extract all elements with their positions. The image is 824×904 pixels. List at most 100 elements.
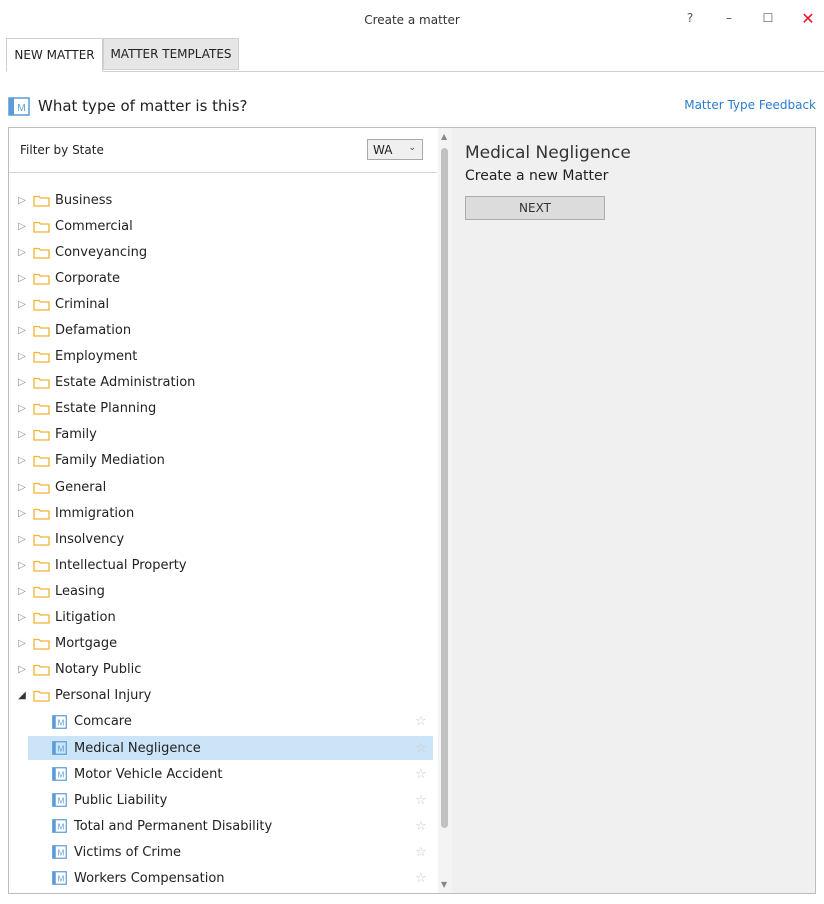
matter-type-icon: M: [52, 871, 67, 886]
matter-type-icon: M: [52, 819, 67, 834]
collapse-arrow-icon[interactable]: ◢: [17, 690, 27, 701]
tree-folder-label: Family: [55, 427, 97, 443]
scroll-down-icon[interactable]: ▼: [441, 880, 447, 889]
expand-arrow-icon[interactable]: ▷: [17, 586, 27, 597]
tree-folder-item[interactable]: ▷ Insolvency: [9, 526, 437, 552]
svg-text:M: M: [17, 103, 25, 114]
favorite-star-icon[interactable]: ☆: [415, 714, 427, 729]
tree-folder-label: Defamation: [55, 323, 132, 339]
expand-arrow-icon[interactable]: ▷: [17, 247, 27, 258]
tree-folder-item[interactable]: ▷ Intellectual Property: [9, 552, 437, 578]
tree-folder-item[interactable]: ▷ Estate Administration: [9, 370, 437, 396]
tree-matter-item[interactable]: M Motor Vehicle Accident ☆: [9, 761, 437, 787]
tree-folder-label: Litigation: [55, 610, 116, 626]
tree-folder-item[interactable]: ▷ Family: [9, 422, 437, 448]
svg-text:M: M: [58, 771, 65, 780]
expand-arrow-icon[interactable]: ▷: [17, 221, 27, 232]
tree-folder-item-expanded[interactable]: ◢ Personal Injury: [9, 683, 437, 709]
tree-folder-item[interactable]: ▷ Immigration: [9, 500, 437, 526]
tree-folder-item[interactable]: ▷ Employment: [9, 344, 437, 370]
state-select[interactable]: WA ⌄: [367, 139, 423, 160]
tree-folder-item[interactable]: ▷ Estate Planning: [9, 396, 437, 422]
favorite-star-icon[interactable]: ☆: [415, 793, 427, 808]
expand-arrow-icon[interactable]: ▷: [17, 429, 27, 440]
folder-icon: [33, 507, 50, 520]
scrollbar-thumb[interactable]: [441, 148, 448, 828]
expand-arrow-icon[interactable]: ▷: [17, 403, 27, 414]
expand-arrow-icon[interactable]: ▷: [17, 638, 27, 649]
tree-folder-item[interactable]: ▷ Family Mediation: [9, 448, 437, 474]
tree-folder-label: Insolvency: [55, 531, 125, 547]
expand-arrow-icon[interactable]: ▷: [17, 508, 27, 519]
expand-arrow-icon[interactable]: ▷: [17, 560, 27, 571]
favorite-star-icon[interactable]: ☆: [415, 845, 427, 860]
tree-matter-item[interactable]: M Workers Compensation ☆: [9, 865, 437, 891]
expand-arrow-icon[interactable]: ▷: [17, 273, 27, 284]
expand-arrow-icon[interactable]: ▷: [17, 299, 27, 310]
tree-matter-item[interactable]: M Comcare ☆: [9, 709, 437, 735]
tree-folder-label: General: [55, 479, 107, 495]
maximize-button[interactable]: ☐: [755, 8, 781, 28]
tree-folder-item[interactable]: ▷ Conveyancing: [9, 239, 437, 265]
tree-folder-item[interactable]: ▷ Commercial: [9, 213, 437, 239]
close-button[interactable]: ✕: [795, 8, 821, 28]
favorite-star-icon[interactable]: ☆: [415, 741, 427, 756]
next-button[interactable]: NEXT: [465, 196, 605, 220]
expand-arrow-icon[interactable]: ▷: [17, 377, 27, 388]
tree-folder-item[interactable]: ▷ Defamation: [9, 317, 437, 343]
state-select-value: WA: [373, 142, 393, 157]
tree-folder-item[interactable]: ▷ Criminal: [9, 291, 437, 317]
favorite-star-icon[interactable]: ☆: [415, 819, 427, 834]
tree-folder-label: Intellectual Property: [55, 557, 187, 573]
tree-matter-item[interactable]: M Public Liability ☆: [9, 787, 437, 813]
expand-arrow-icon[interactable]: ▷: [17, 664, 27, 675]
folder-icon: [33, 428, 50, 442]
tab-new-matter[interactable]: NEW MATTER: [6, 38, 103, 72]
expand-arrow-icon[interactable]: ▷: [17, 351, 27, 362]
vertical-scrollbar[interactable]: ▲ ▼: [438, 128, 452, 893]
expand-arrow-icon[interactable]: ▷: [17, 195, 27, 206]
tree-folder-item[interactable]: ▷ Business: [9, 187, 437, 213]
tree-folder-item[interactable]: ▷ Corporate: [9, 265, 437, 291]
expand-arrow-icon[interactable]: ▷: [17, 482, 27, 493]
tree-folder-item[interactable]: ▷ Litigation: [9, 605, 437, 631]
tree-matter-item[interactable]: M Total and Permanent Disability ☆: [9, 813, 437, 839]
folder-icon: [33, 402, 50, 415]
matter-type-list-panel: Filter by State WA ⌄ ▷ Business ▷ Commercia…: [8, 127, 454, 894]
minimize-button[interactable]: –: [716, 8, 742, 28]
selected-matter-title: Medical Negligence: [465, 143, 631, 163]
svg-text:M: M: [58, 875, 65, 884]
expand-arrow-icon[interactable]: ▷: [17, 534, 27, 545]
tree-matter-item-selected[interactable]: M Medical Negligence ☆: [9, 735, 437, 761]
folder-icon: [33, 533, 50, 546]
folder-icon: [33, 350, 50, 363]
tab-matter-templates[interactable]: MATTER TEMPLATES: [103, 38, 239, 70]
expand-arrow-icon[interactable]: ▷: [17, 612, 27, 623]
matter-type-question: M What type of matter is this?: [8, 94, 248, 118]
tree-folder-label: Conveyancing: [55, 244, 148, 260]
expand-arrow-icon[interactable]: ▷: [17, 325, 27, 336]
tree-folder-label: Mortgage: [55, 636, 118, 652]
favorite-star-icon[interactable]: ☆: [415, 871, 427, 886]
svg-text:M: M: [58, 849, 65, 858]
tree-folder-label: Leasing: [55, 583, 105, 599]
folder-icon: [33, 324, 50, 337]
help-button[interactable]: ?: [677, 8, 703, 28]
tree-matter-label: Victims of Crime: [74, 844, 182, 860]
tree-folder-label: Estate Planning: [55, 401, 157, 417]
tree-folder-item[interactable]: ▷ Mortgage: [9, 631, 437, 657]
tree-folder-item[interactable]: ▷ Leasing: [9, 578, 437, 604]
tree-folder-label: Immigration: [55, 505, 135, 521]
matter-type-feedback-link[interactable]: Matter Type Feedback: [684, 98, 816, 112]
tree-matter-label: Comcare: [74, 714, 132, 730]
tree-folder-item[interactable]: ▷ Notary Public: [9, 657, 437, 683]
expand-arrow-icon[interactable]: ▷: [17, 455, 27, 466]
scroll-up-icon[interactable]: ▲: [441, 132, 447, 141]
tree-matter-label: Medical Negligence: [74, 740, 201, 756]
tree-folder-label: Estate Administration: [55, 375, 196, 391]
title-bar: Create a matter ? – ☐ ✕: [0, 0, 824, 38]
tree-matter-item[interactable]: M Victims of Crime ☆: [9, 839, 437, 865]
tree-folder-item[interactable]: ▷ General: [9, 474, 437, 500]
favorite-star-icon[interactable]: ☆: [415, 767, 427, 782]
tree-folder-label: Criminal: [55, 296, 110, 312]
